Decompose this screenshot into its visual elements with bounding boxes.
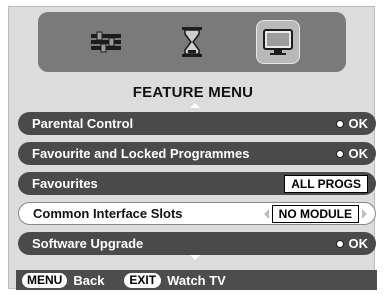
category-icon-bar bbox=[38, 12, 346, 72]
menu-item-label: Favourite and Locked Programmes bbox=[32, 146, 250, 161]
menu-item-software-upgrade[interactable]: Software Upgrade OK bbox=[18, 232, 376, 255]
menu-item-label: Parental Control bbox=[32, 116, 134, 131]
menu-item-common-interface-slots[interactable]: Common Interface Slots NO MODULE bbox=[18, 202, 376, 225]
menu-item-label: Common Interface Slots bbox=[33, 206, 183, 221]
exit-key-action: Watch TV bbox=[167, 272, 226, 288]
menu-item-label: Favourites bbox=[32, 176, 98, 191]
tv-screen: FEATURE MENU Parental Control OK Favouri… bbox=[0, 0, 386, 297]
common-interface-selector[interactable]: NO MODULE bbox=[263, 204, 367, 223]
favourites-value[interactable]: ALL PROGS bbox=[284, 174, 368, 193]
ok-label: OK bbox=[348, 116, 369, 131]
ok-button-icon bbox=[335, 149, 344, 158]
ok-button-icon bbox=[335, 239, 344, 248]
ok-label: OK bbox=[348, 146, 369, 161]
arrow-left-icon[interactable] bbox=[263, 208, 269, 219]
ok-indicator: OK bbox=[335, 146, 369, 161]
common-interface-value: NO MODULE bbox=[271, 204, 359, 223]
footer-key-hints: MENU Back EXIT Watch TV bbox=[16, 270, 377, 290]
scroll-up-icon bbox=[190, 103, 200, 108]
menu-item-favourite-and-locked[interactable]: Favourite and Locked Programmes OK bbox=[18, 142, 376, 165]
ok-button-icon bbox=[335, 119, 344, 128]
menu-key-icon[interactable]: MENU bbox=[22, 272, 68, 288]
menu-key-action: Back bbox=[73, 272, 105, 288]
menu-title: FEATURE MENU bbox=[132, 84, 254, 101]
hourglass-icon[interactable] bbox=[170, 20, 214, 64]
menu-item-parental-control[interactable]: Parental Control OK bbox=[18, 112, 376, 135]
menu-item-label: Software Upgrade bbox=[32, 236, 144, 251]
tv-icon[interactable] bbox=[256, 20, 300, 64]
arrow-right-icon[interactable] bbox=[362, 208, 367, 219]
ok-indicator: OK bbox=[335, 116, 369, 131]
ok-label: OK bbox=[348, 236, 369, 251]
settings-sliders-icon[interactable] bbox=[84, 20, 128, 64]
scroll-down-icon bbox=[190, 255, 200, 260]
exit-key-icon[interactable]: EXIT bbox=[124, 272, 162, 288]
menu-item-favourites[interactable]: Favourites ALL PROGS bbox=[18, 172, 376, 195]
ok-indicator: OK bbox=[335, 236, 369, 251]
